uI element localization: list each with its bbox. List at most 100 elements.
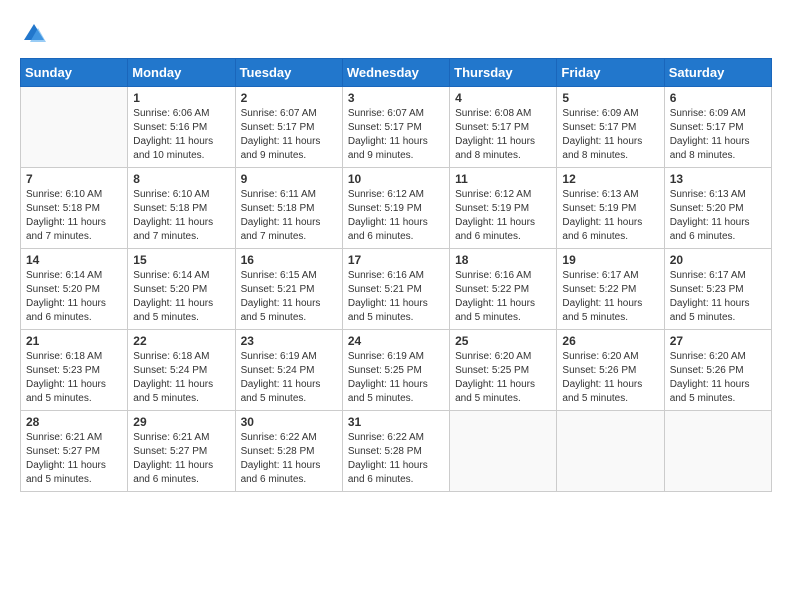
- day-number: 21: [26, 334, 122, 348]
- day-header-thursday: Thursday: [450, 59, 557, 87]
- day-number: 1: [133, 91, 229, 105]
- calendar-cell: 24 Sunrise: 6:19 AMSunset: 5:25 PMDayligh…: [342, 330, 449, 411]
- calendar-header-row: SundayMondayTuesdayWednesdayThursdayFrid…: [21, 59, 772, 87]
- day-number: 26: [562, 334, 658, 348]
- day-number: 24: [348, 334, 444, 348]
- day-info: Sunrise: 6:16 AMSunset: 5:21 PMDaylight:…: [348, 269, 444, 325]
- calendar-cell: 8Sunrise: 6:10 AMSunset: 5:18 PMDaylight…: [128, 168, 235, 249]
- day-info: Sunrise: 6:14 AMSunset: 5:20 PMDaylight:…: [133, 269, 229, 325]
- day-info: Sunrise: 6:08 AMSunset: 5:17 PMDaylight:…: [455, 107, 551, 163]
- day-number: 20: [670, 253, 766, 267]
- calendar-week-4: 21 Sunrise: 6:18 AMSunset: 5:23 PMDayligh…: [21, 330, 772, 411]
- calendar-cell: 15 Sunrise: 6:14 AMSunset: 5:20 PMDayligh…: [128, 249, 235, 330]
- day-info: Sunrise: 6:15 AMSunset: 5:21 PMDaylight:…: [241, 269, 337, 325]
- day-header-sunday: Sunday: [21, 59, 128, 87]
- day-number: 17: [348, 253, 444, 267]
- calendar-cell: 13 Sunrise: 6:13 AMSunset: 5:20 PMDayligh…: [664, 168, 771, 249]
- day-number: 2: [241, 91, 337, 105]
- day-header-monday: Monday: [128, 59, 235, 87]
- day-info: Sunrise: 6:06 AMSunset: 5:16 PMDaylight:…: [133, 107, 229, 163]
- day-info: Sunrise: 6:09 AMSunset: 5:17 PMDaylight:…: [562, 107, 658, 163]
- day-number: 11: [455, 172, 551, 186]
- day-number: 22: [133, 334, 229, 348]
- calendar-cell: 21 Sunrise: 6:18 AMSunset: 5:23 PMDayligh…: [21, 330, 128, 411]
- day-header-friday: Friday: [557, 59, 664, 87]
- day-info: Sunrise: 6:17 AMSunset: 5:23 PMDaylight:…: [670, 269, 766, 325]
- day-number: 28: [26, 415, 122, 429]
- day-number: 16: [241, 253, 337, 267]
- calendar-cell: 2 Sunrise: 6:07 AMSunset: 5:17 PMDaylight…: [235, 87, 342, 168]
- calendar-cell: 29 Sunrise: 6:21 AMSunset: 5:27 PMDayligh…: [128, 411, 235, 492]
- day-header-tuesday: Tuesday: [235, 59, 342, 87]
- day-number: 12: [562, 172, 658, 186]
- day-number: 7: [26, 172, 122, 186]
- calendar-cell: 11 Sunrise: 6:12 AMSunset: 5:19 PMDayligh…: [450, 168, 557, 249]
- calendar-cell: 10Sunrise: 6:12 AMSunset: 5:19 PMDayligh…: [342, 168, 449, 249]
- day-info: Sunrise: 6:10 AMSunset: 5:18 PMDaylight:…: [26, 188, 122, 244]
- day-number: 8: [133, 172, 229, 186]
- day-info: Sunrise: 6:20 AMSunset: 5:26 PMDaylight:…: [670, 350, 766, 406]
- calendar-cell: 3 Sunrise: 6:07 AMSunset: 5:17 PMDaylight…: [342, 87, 449, 168]
- day-info: Sunrise: 6:13 AMSunset: 5:20 PMDaylight:…: [670, 188, 766, 244]
- calendar-week-2: 7 Sunrise: 6:10 AMSunset: 5:18 PMDaylight…: [21, 168, 772, 249]
- day-number: 6: [670, 91, 766, 105]
- calendar-cell: 18 Sunrise: 6:16 AMSunset: 5:22 PMDayligh…: [450, 249, 557, 330]
- calendar-cell: 26 Sunrise: 6:20 AMSunset: 5:26 PMDayligh…: [557, 330, 664, 411]
- day-number: 18: [455, 253, 551, 267]
- day-number: 13: [670, 172, 766, 186]
- calendar-cell: 17 Sunrise: 6:16 AMSunset: 5:21 PMDayligh…: [342, 249, 449, 330]
- day-number: 10: [348, 172, 444, 186]
- calendar-table: SundayMondayTuesdayWednesdayThursdayFrid…: [20, 58, 772, 492]
- calendar-cell: 5Sunrise: 6:09 AMSunset: 5:17 PMDaylight…: [557, 87, 664, 168]
- day-number: 29: [133, 415, 229, 429]
- day-number: 15: [133, 253, 229, 267]
- day-info: Sunrise: 6:14 AMSunset: 5:20 PMDaylight:…: [26, 269, 122, 325]
- day-info: Sunrise: 6:20 AMSunset: 5:26 PMDaylight:…: [562, 350, 658, 406]
- calendar-cell: 4 Sunrise: 6:08 AMSunset: 5:17 PMDaylight…: [450, 87, 557, 168]
- day-info: Sunrise: 6:12 AMSunset: 5:19 PMDaylight:…: [455, 188, 551, 244]
- calendar-cell: 28 Sunrise: 6:21 AMSunset: 5:27 PMDayligh…: [21, 411, 128, 492]
- day-number: 4: [455, 91, 551, 105]
- day-header-wednesday: Wednesday: [342, 59, 449, 87]
- day-info: Sunrise: 6:18 AMSunset: 5:23 PMDaylight:…: [26, 350, 122, 406]
- calendar-cell: 9 Sunrise: 6:11 AMSunset: 5:18 PMDaylight…: [235, 168, 342, 249]
- calendar-cell: 27 Sunrise: 6:20 AMSunset: 5:26 PMDayligh…: [664, 330, 771, 411]
- calendar-cell: [450, 411, 557, 492]
- calendar-cell: 20 Sunrise: 6:17 AMSunset: 5:23 PMDayligh…: [664, 249, 771, 330]
- day-info: Sunrise: 6:17 AMSunset: 5:22 PMDaylight:…: [562, 269, 658, 325]
- day-info: Sunrise: 6:07 AMSunset: 5:17 PMDaylight:…: [241, 107, 337, 163]
- day-number: 9: [241, 172, 337, 186]
- day-info: Sunrise: 6:22 AMSunset: 5:28 PMDaylight:…: [241, 431, 337, 487]
- day-header-saturday: Saturday: [664, 59, 771, 87]
- day-info: Sunrise: 6:16 AMSunset: 5:22 PMDaylight:…: [455, 269, 551, 325]
- day-info: Sunrise: 6:18 AMSunset: 5:24 PMDaylight:…: [133, 350, 229, 406]
- logo: [20, 20, 52, 48]
- day-number: 3: [348, 91, 444, 105]
- day-info: Sunrise: 6:19 AMSunset: 5:25 PMDaylight:…: [348, 350, 444, 406]
- calendar-cell: 12 Sunrise: 6:13 AMSunset: 5:19 PMDayligh…: [557, 168, 664, 249]
- calendar-cell: 16 Sunrise: 6:15 AMSunset: 5:21 PMDayligh…: [235, 249, 342, 330]
- day-info: Sunrise: 6:21 AMSunset: 5:27 PMDaylight:…: [26, 431, 122, 487]
- calendar-cell: 23Sunrise: 6:19 AMSunset: 5:24 PMDayligh…: [235, 330, 342, 411]
- day-number: 25: [455, 334, 551, 348]
- calendar-cell: 31 Sunrise: 6:22 AMSunset: 5:28 PMDayligh…: [342, 411, 449, 492]
- calendar-cell: 25 Sunrise: 6:20 AMSunset: 5:25 PMDayligh…: [450, 330, 557, 411]
- day-info: Sunrise: 6:09 AMSunset: 5:17 PMDaylight:…: [670, 107, 766, 163]
- day-info: Sunrise: 6:11 AMSunset: 5:18 PMDaylight:…: [241, 188, 337, 244]
- day-info: Sunrise: 6:13 AMSunset: 5:19 PMDaylight:…: [562, 188, 658, 244]
- day-number: 30: [241, 415, 337, 429]
- calendar-cell: 30 Sunrise: 6:22 AMSunset: 5:28 PMDayligh…: [235, 411, 342, 492]
- day-info: Sunrise: 6:07 AMSunset: 5:17 PMDaylight:…: [348, 107, 444, 163]
- day-number: 14: [26, 253, 122, 267]
- day-info: Sunrise: 6:20 AMSunset: 5:25 PMDaylight:…: [455, 350, 551, 406]
- day-number: 27: [670, 334, 766, 348]
- calendar-cell: 1 Sunrise: 6:06 AMSunset: 5:16 PMDaylight…: [128, 87, 235, 168]
- day-info: Sunrise: 6:21 AMSunset: 5:27 PMDaylight:…: [133, 431, 229, 487]
- logo-icon: [20, 20, 48, 48]
- day-info: Sunrise: 6:19 AMSunset: 5:24 PMDaylight:…: [241, 350, 337, 406]
- day-number: 31: [348, 415, 444, 429]
- day-info: Sunrise: 6:22 AMSunset: 5:28 PMDaylight:…: [348, 431, 444, 487]
- calendar-cell: 7 Sunrise: 6:10 AMSunset: 5:18 PMDaylight…: [21, 168, 128, 249]
- calendar-cell: 6 Sunrise: 6:09 AMSunset: 5:17 PMDaylight…: [664, 87, 771, 168]
- calendar-cell: 19Sunrise: 6:17 AMSunset: 5:22 PMDayligh…: [557, 249, 664, 330]
